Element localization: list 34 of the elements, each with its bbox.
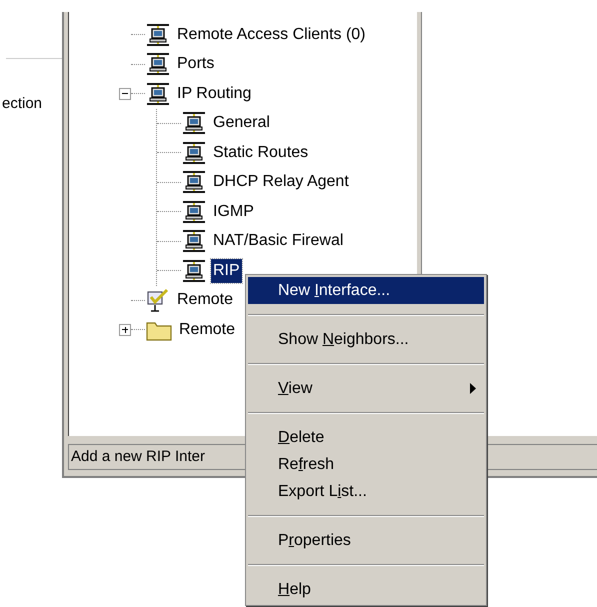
menu-item[interactable]: Refresh xyxy=(248,451,484,478)
menu-item[interactable]: View xyxy=(248,375,484,402)
tree-item[interactable]: RIP xyxy=(211,258,242,283)
tree-item[interactable]: Static Routes xyxy=(211,140,310,165)
menu-item[interactable]: Export List... xyxy=(248,478,484,505)
network-computer-icon xyxy=(145,22,171,48)
tree-item[interactable]: Ports xyxy=(175,52,216,76)
menu-item[interactable]: Properties xyxy=(248,527,484,554)
menu-item[interactable]: Help xyxy=(248,576,484,603)
tree-item[interactable]: IP Routing xyxy=(175,82,254,106)
network-computer-icon xyxy=(145,51,171,78)
menu-item[interactable]: Delete xyxy=(248,424,484,451)
network-computer-icon xyxy=(181,258,207,284)
tree-item[interactable]: Remote Access Clients (0) xyxy=(175,22,368,47)
network-computer-icon xyxy=(181,198,207,225)
tree-item[interactable]: Remote xyxy=(175,288,236,312)
tree-item[interactable]: General xyxy=(211,111,272,136)
expand-box[interactable] xyxy=(119,324,131,336)
status-text: Add a new RIP Inter xyxy=(71,446,205,467)
tree-item[interactable]: DHCP Relay Agent xyxy=(211,170,351,194)
tree-item[interactable]: Remote xyxy=(177,318,238,342)
tree-item[interactable]: IGMP xyxy=(211,200,256,224)
network-computer-icon xyxy=(145,80,171,107)
menu-item[interactable]: New Interface... xyxy=(248,277,484,304)
menu-item[interactable]: Show Neighbors... xyxy=(248,326,484,353)
network-computer-icon xyxy=(181,169,207,196)
collapse-box[interactable] xyxy=(119,88,131,100)
network-computer-icon xyxy=(181,228,207,254)
scroll-check-icon xyxy=(145,287,171,314)
network-computer-icon xyxy=(181,140,207,166)
network-computer-icon xyxy=(181,110,207,136)
submenu-arrow-icon xyxy=(470,383,476,394)
pane-label: ection xyxy=(2,94,44,114)
tree-item[interactable]: NAT/Basic Firewal xyxy=(211,229,346,254)
